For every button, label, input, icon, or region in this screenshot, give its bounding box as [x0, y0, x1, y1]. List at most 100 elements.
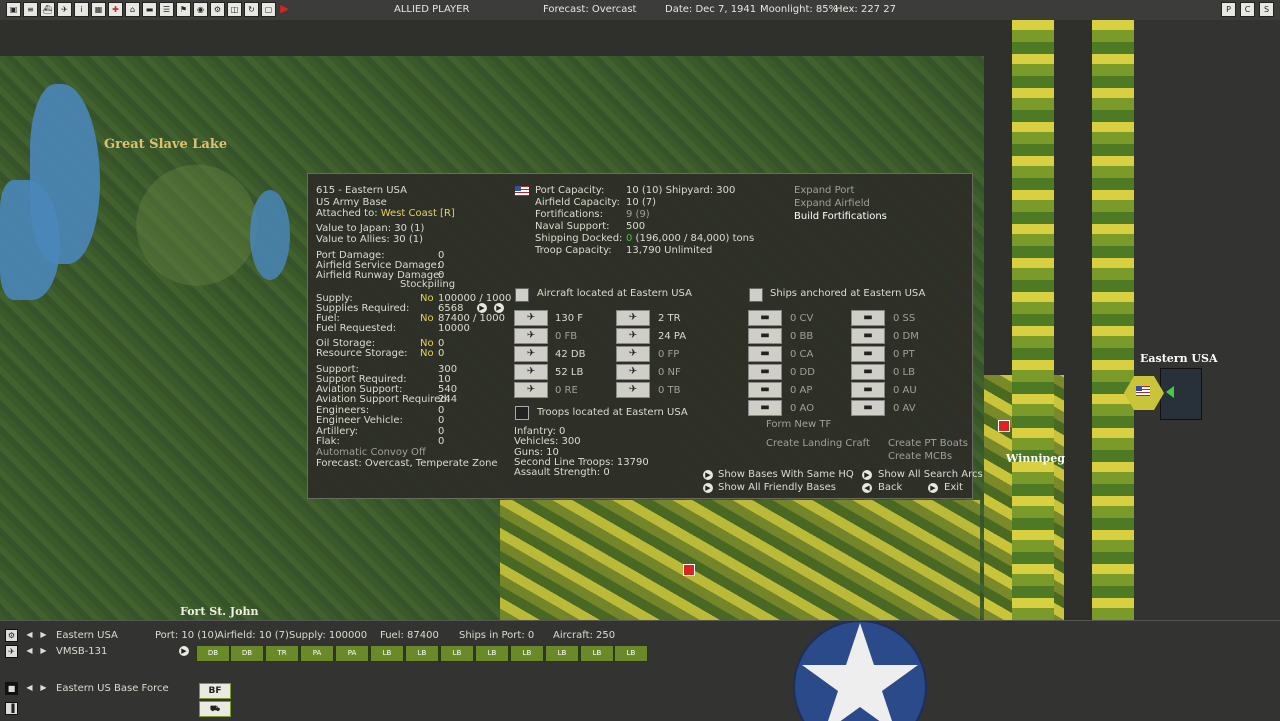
ships2-icon[interactable]: ▬ — [142, 2, 157, 17]
resource-storage-toggle[interactable]: No — [420, 348, 434, 359]
airgroup-button[interactable]: LB — [614, 645, 648, 662]
base-marker-eastern-usa[interactable] — [1124, 368, 1202, 420]
engineer-unit-icon[interactable]: ⛟ — [199, 701, 231, 717]
enemy-unit-marker[interactable] — [683, 564, 695, 576]
pause-button[interactable]: P — [1221, 2, 1236, 17]
aircraft-count: 0 FP — [658, 349, 680, 360]
airgroup-button[interactable]: TR — [265, 645, 299, 662]
selected-base-name[interactable]: Eastern USA — [56, 630, 118, 641]
back-button[interactable]: Back — [878, 482, 902, 493]
create-pt-boats-button[interactable]: Create PT Boats — [888, 438, 968, 449]
aircraft-icon — [515, 288, 529, 302]
airgroup-button[interactable]: LB — [405, 645, 439, 662]
landing-barge-icon[interactable]: ▬ — [851, 364, 885, 380]
prev-arrow-icon[interactable]: ◀ — [24, 645, 35, 656]
airgroup-button[interactable]: DB — [230, 645, 264, 662]
list-icon[interactable]: ≡ — [23, 2, 38, 17]
next-arrow-icon[interactable]: ▶ — [38, 645, 49, 656]
show-all-search-arcs-button[interactable]: Show All Search Arcs — [878, 469, 983, 480]
create-landing-craft-button[interactable]: Create Landing Craft — [766, 438, 870, 449]
dive-bomber-icon[interactable]: ✈ — [514, 346, 548, 362]
prev-arrow-icon[interactable]: ◀ — [24, 629, 35, 640]
fighter-bomber-icon[interactable]: ✈ — [514, 328, 548, 344]
supply-arrow-icon[interactable]: ▶ — [477, 303, 487, 313]
end-turn-play-icon[interactable]: ▶ — [278, 2, 291, 15]
intel-icon[interactable]: i — [74, 2, 89, 17]
submarine-icon[interactable]: ▬ — [851, 310, 885, 326]
airgroup-button[interactable]: PA — [300, 645, 334, 662]
target-icon[interactable]: ✚ — [108, 2, 123, 17]
cruiser-icon[interactable]: ▬ — [748, 346, 782, 362]
tf-icon[interactable]: ▐ — [5, 702, 18, 715]
attached-hq-link[interactable]: West Coast [R] — [381, 208, 455, 219]
save-button[interactable]: S — [1259, 2, 1274, 17]
ground-unit-icon[interactable]: ■ — [5, 682, 18, 695]
next-arrow-icon[interactable]: ▶ — [38, 682, 49, 693]
base-icon[interactable]: ⚙ — [5, 629, 18, 642]
fuel-stockpile-toggle[interactable]: No — [420, 313, 434, 324]
transport-icon[interactable]: ✈ — [616, 310, 650, 326]
combat-report-button[interactable]: C — [1240, 2, 1255, 17]
prev-arrow-icon[interactable]: ◀ — [24, 682, 35, 693]
exit-button[interactable]: Exit — [944, 482, 963, 493]
troops-icon — [515, 406, 529, 420]
show-bases-same-hq-button[interactable]: Show Bases With Same HQ — [718, 469, 854, 480]
base-force-button[interactable]: BF — [199, 683, 231, 699]
airgroup-button[interactable]: LB — [545, 645, 579, 662]
carrier-icon[interactable]: ▬ — [748, 310, 782, 326]
build-fortifications-button[interactable]: Build Fortifications — [794, 211, 887, 222]
cycle-icon[interactable]: ↻ — [244, 2, 259, 17]
settings-icon[interactable]: ⚙ — [210, 2, 225, 17]
selected-ground-unit-name[interactable]: Eastern US Base Force — [56, 683, 169, 694]
form-new-tf-button[interactable]: Form New TF — [766, 419, 831, 430]
turn-icon[interactable]: ▢ — [261, 2, 276, 17]
airgroup-button[interactable]: DB — [196, 645, 230, 662]
attached-to: Attached to: West Coast [R] — [316, 208, 455, 219]
auxiliary-icon[interactable]: ▬ — [851, 382, 885, 398]
airgroup-icon[interactable]: ✈ — [5, 645, 18, 658]
flak-value: 0 — [438, 436, 445, 447]
patrol-icon[interactable]: ✈ — [616, 328, 650, 344]
night-fighter-icon[interactable]: ✈ — [616, 364, 650, 380]
globe-icon[interactable]: ◉ — [193, 2, 208, 17]
transport-ship-icon[interactable]: ▬ — [748, 382, 782, 398]
enemy-unit-marker[interactable] — [998, 420, 1010, 432]
show-all-friendly-bases-button[interactable]: Show All Friendly Bases — [718, 482, 836, 493]
pt-boat-icon[interactable]: ▬ — [851, 346, 885, 362]
arrow-right-icon[interactable]: ▶ — [179, 646, 189, 656]
ledger-icon[interactable]: ☰ — [159, 2, 174, 17]
expand-airfield-button[interactable]: Expand Airfield — [794, 198, 870, 209]
map-icon[interactable]: ▦ — [91, 2, 106, 17]
selected-airgroup-name[interactable]: VMSB-131 — [56, 646, 107, 657]
destroyer-icon[interactable]: ▬ — [748, 364, 782, 380]
bases-icon[interactable]: ⌂ — [125, 2, 140, 17]
automatic-convoy-toggle[interactable]: Automatic Convoy Off — [316, 447, 426, 458]
airgroup-button[interactable]: PA — [335, 645, 369, 662]
recon-icon[interactable]: ✈ — [514, 382, 548, 398]
flag-icon[interactable]: ⚑ — [176, 2, 191, 17]
level-bomber-icon[interactable]: ✈ — [514, 364, 548, 380]
airgroup-button[interactable]: LB — [580, 645, 614, 662]
oiler-icon[interactable]: ▬ — [748, 400, 782, 416]
expand-port-button[interactable]: Expand Port — [794, 185, 854, 196]
supply-arrow-icon[interactable]: ▶ — [494, 303, 504, 313]
battleship-icon[interactable]: ▬ — [748, 328, 782, 344]
airgroup-button[interactable]: LB — [510, 645, 544, 662]
view-icon[interactable]: ◫ — [227, 2, 242, 17]
ship-count: 0 DM — [893, 331, 919, 342]
seaplane-tender-icon[interactable]: ▬ — [851, 400, 885, 416]
ships-icon[interactable]: ⛴ — [40, 2, 55, 17]
create-mcbs-button[interactable]: Create MCBs — [888, 451, 952, 462]
torpedo-bomber-icon[interactable]: ✈ — [616, 382, 650, 398]
float-plane-icon[interactable]: ✈ — [616, 346, 650, 362]
airgroup-button[interactable]: LB — [440, 645, 474, 662]
next-arrow-icon[interactable]: ▶ — [38, 629, 49, 640]
top-status-bar: ▣ ≡ ⛴ ✈ i ▦ ✚ ⌂ ▬ ☰ ⚑ ◉ ⚙ ◫ ↻ ▢ ▶ ALLIED… — [0, 0, 1280, 21]
airgroup-button[interactable]: LB — [475, 645, 509, 662]
fighter-icon[interactable]: ✈ — [514, 310, 548, 326]
report-icon[interactable]: ▣ — [6, 2, 21, 17]
supply-stockpile-toggle[interactable]: No — [420, 293, 434, 304]
minelayer-icon[interactable]: ▬ — [851, 328, 885, 344]
airgroup-button[interactable]: LB — [370, 645, 404, 662]
airgroups-icon[interactable]: ✈ — [57, 2, 72, 17]
